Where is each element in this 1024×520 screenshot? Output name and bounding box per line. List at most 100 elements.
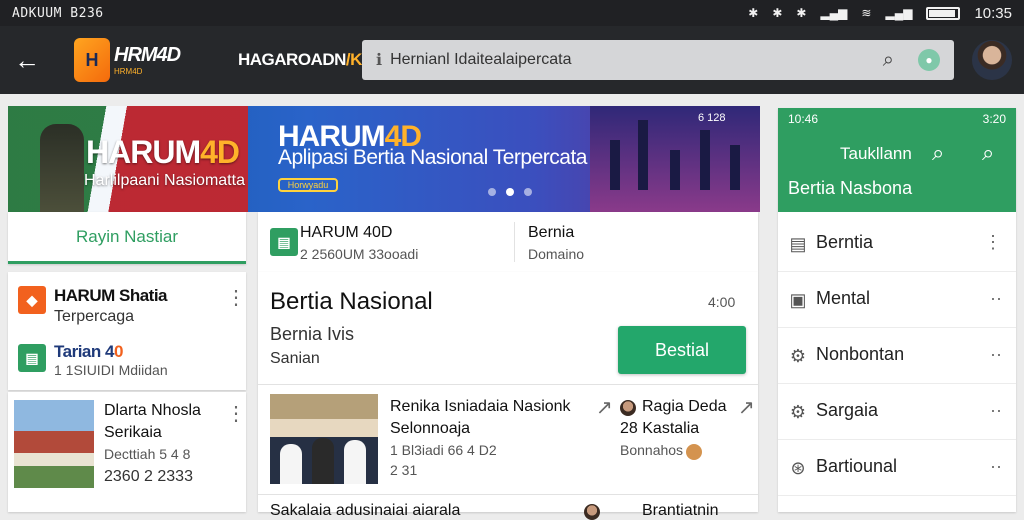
info-icon: ⊛ bbox=[790, 458, 806, 478]
menu-item-label: Mental bbox=[816, 288, 871, 308]
menu-item-label: Sargaia bbox=[816, 400, 879, 420]
news-title[interactable]: Dlarta Nhosla bbox=[104, 402, 201, 420]
carousel-dots[interactable] bbox=[488, 188, 532, 196]
carousel-dot-active[interactable] bbox=[506, 188, 514, 196]
logo-mark: H bbox=[74, 38, 110, 82]
top-right-sub: Domaino bbox=[528, 246, 585, 262]
wifi-icon: ≋ bbox=[861, 6, 872, 20]
mic-icon[interactable]: ● bbox=[918, 49, 940, 71]
right-panel-header: 10:46 3:20 Taukllann ⌕ ⌕ Bertia Nasbona bbox=[778, 108, 1016, 212]
news-icon: ▤ bbox=[270, 228, 298, 256]
news-title[interactable]: Ragia Deda bbox=[642, 398, 727, 416]
battery-icon bbox=[926, 6, 961, 20]
more-vert-icon[interactable]: ⋮ bbox=[226, 288, 246, 308]
share-icon[interactable]: ↗ bbox=[738, 398, 755, 418]
school-thumbnail bbox=[14, 400, 94, 488]
status-time: 10:35 bbox=[974, 4, 1012, 22]
menu-item[interactable]: ⊛ Bartiounal ·· bbox=[778, 440, 1016, 496]
news-sub: 28 Kastalia bbox=[620, 420, 700, 437]
menu-item[interactable]: ▤ Berntia ⋮ bbox=[778, 216, 1016, 272]
item-sub: 1 1SIUIDI Mdiidan bbox=[54, 362, 168, 378]
menu-item-label: Bartiounal bbox=[816, 456, 898, 476]
top-left-sub: 2 2560UM 33ooadi bbox=[300, 246, 419, 262]
news-meta: 2360 2 2333 bbox=[104, 468, 193, 485]
panel-subtitle: Bertia Nasbona bbox=[788, 178, 913, 198]
banner-subtitle-left: Harlilpaani Nasiomatta bbox=[84, 172, 245, 189]
menu-item[interactable]: ▣ Mental ·· bbox=[778, 272, 1016, 328]
top-right-title[interactable]: Bernia bbox=[528, 224, 574, 242]
panel-status: 3:20 bbox=[982, 112, 1006, 126]
banner-badge[interactable]: Horwyadu bbox=[278, 178, 338, 192]
left-news-card[interactable]: Dlarta Nhosla Serikaia Decttiah 5 4 8 23… bbox=[8, 392, 246, 512]
news-title[interactable]: Brantiatnin bbox=[642, 502, 719, 520]
panel-time: 10:46 bbox=[788, 112, 819, 126]
more-horiz-icon[interactable]: ·· bbox=[990, 288, 1002, 309]
search-bar[interactable]: ℹ Hernianl Idaitealaipercata ⌕ ● bbox=[362, 40, 954, 80]
news-meta: 2 31 bbox=[390, 462, 418, 478]
menu-item-label: Berntia bbox=[816, 232, 874, 252]
panel-title: Taukllann bbox=[840, 144, 912, 163]
app-name: HAGAROADN/K bbox=[238, 50, 362, 70]
top-left-title[interactable]: HARUM 40D bbox=[300, 224, 392, 242]
share-icon[interactable]: ↗ bbox=[596, 398, 613, 418]
carousel-dot[interactable] bbox=[488, 188, 496, 196]
left-list-card: ◆ HARUM Shatia Terpercaga ⋮ ▤ Tarian 40 … bbox=[8, 272, 246, 390]
divider bbox=[514, 222, 515, 262]
gear-icon: ⚙ bbox=[789, 346, 807, 366]
item-sub: Terpercaga bbox=[54, 308, 135, 325]
hero-banner[interactable]: HARUM4D Harlilpaani Nasiomatta HARUM4D A… bbox=[8, 106, 760, 212]
carousel-dot[interactable] bbox=[524, 188, 532, 196]
news-meta: Bonnahos bbox=[620, 442, 684, 458]
news-sub: Serikaia bbox=[104, 424, 162, 441]
middle-main-card: Bertia Nasional 4:00 Bernia Ivis Sanian … bbox=[258, 272, 758, 520]
news-title[interactable]: Renika Isniadaia Nasionk bbox=[390, 398, 571, 416]
more-vert-icon[interactable]: ⋮ bbox=[984, 232, 1002, 253]
news-icon: ▤ bbox=[789, 234, 807, 254]
status-left-text: ADKUUM B236 bbox=[12, 5, 104, 21]
search-icon[interactable]: ⌕ bbox=[932, 140, 944, 166]
more-vert-icon[interactable]: ⋮ bbox=[226, 404, 246, 424]
coin-icon bbox=[686, 444, 702, 460]
menu-item[interactable]: ⚙ Sargaia ·· bbox=[778, 384, 1016, 440]
item-title[interactable]: Tarian 40 bbox=[54, 342, 123, 362]
divider bbox=[258, 384, 758, 385]
main-title: Bertia Nasional bbox=[270, 288, 433, 315]
avatar bbox=[584, 504, 600, 520]
avatar[interactable] bbox=[972, 40, 1012, 80]
search-input[interactable]: Hernianl Idaitealaipercata bbox=[390, 51, 571, 69]
more-horiz-icon[interactable]: ·· bbox=[990, 344, 1002, 365]
main-value: 4:00 bbox=[708, 294, 736, 310]
banner-title-left: HARUM4D bbox=[86, 134, 240, 170]
search-icon[interactable]: ⌕ bbox=[883, 49, 894, 72]
app-logo[interactable]: H HRM4D HRM4D bbox=[74, 35, 194, 85]
bluetooth-icon: ✱ bbox=[748, 6, 759, 20]
news-title[interactable]: Sakalaia adusinaiai aiarala bbox=[270, 502, 460, 520]
item-title[interactable]: HARUM Shatia bbox=[54, 286, 168, 306]
right-panel: 10:46 3:20 Taukllann ⌕ ⌕ Bertia Nasbona … bbox=[778, 108, 1016, 512]
news-meta: 1 Bl3iadi 66 4 D2 bbox=[390, 442, 497, 458]
banner-date: 6 128 bbox=[698, 112, 726, 124]
tab-rayin-nastiar[interactable]: Rayin Nastiar bbox=[8, 212, 246, 264]
bestial-button[interactable]: Bestial bbox=[618, 326, 746, 374]
arrow-left-icon[interactable]: ← bbox=[0, 26, 54, 94]
main-sub: Bernia Ivis bbox=[270, 324, 355, 344]
app-name-main: HAGAROADN bbox=[238, 50, 346, 69]
banner-subtitle: Aplipasi Bertia Nasional Terpercata bbox=[278, 146, 587, 169]
logo-primary: HRM4D bbox=[114, 44, 181, 66]
news-photo[interactable] bbox=[270, 394, 378, 484]
shield-icon: ◆ bbox=[18, 286, 46, 314]
status-bar: ADKUUM B236 ✱ ✱ ✱ ▂▄▆ ≋ ▂▄▆ 10:35 bbox=[0, 0, 1024, 26]
divider bbox=[258, 494, 758, 495]
search-icon[interactable]: ⌕ bbox=[982, 140, 994, 166]
search-prefix-icon: ℹ bbox=[376, 52, 383, 69]
logo-secondary: HRM4D bbox=[114, 67, 143, 76]
more-horiz-icon[interactable]: ·· bbox=[990, 400, 1002, 421]
news-sub: Selonnoaja bbox=[390, 420, 471, 437]
gear-icon: ⚙ bbox=[789, 402, 807, 422]
avatar bbox=[620, 400, 636, 416]
menu-item[interactable]: ⚙ Nonbontan ·· bbox=[778, 328, 1016, 384]
news-icon: ▤ bbox=[18, 344, 46, 372]
more-horiz-icon[interactable]: ·· bbox=[990, 456, 1002, 477]
signal-icon: ▂▄▆ bbox=[820, 6, 848, 20]
city-image bbox=[590, 106, 760, 212]
